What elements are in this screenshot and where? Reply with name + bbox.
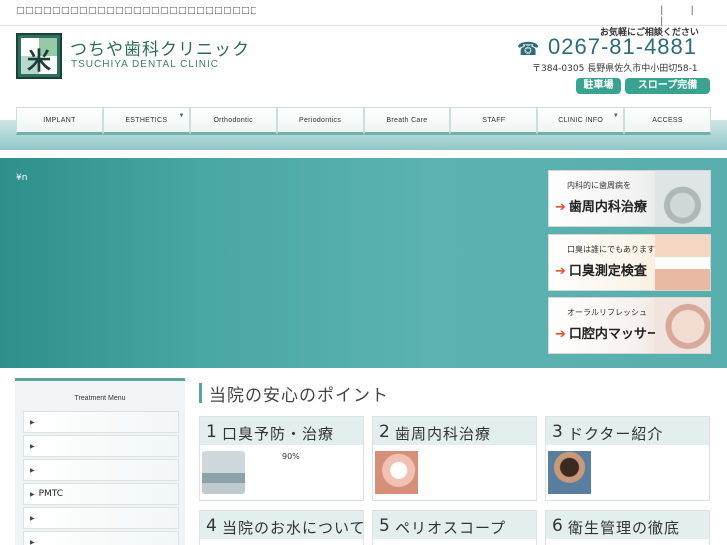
bullet-arrow-icon: ▶ (30, 515, 35, 522)
banner-subtitle: 内科的に歯周病を (567, 181, 631, 190)
clinic-name-jp[interactable]: つちや歯科クリニック (70, 35, 250, 60)
dropdown-arrow-icon: ▼ (178, 113, 185, 119)
bullet-arrow-icon: ▶ (30, 491, 35, 498)
arrow-right-icon: ➔ (555, 264, 566, 279)
nav-label: ESTHETICS (125, 117, 168, 124)
top-links[interactable]: | | | (660, 5, 727, 27)
points-section-title-text: 当院の安心のポイント (209, 386, 389, 406)
nav-label: Breath Care (386, 117, 428, 124)
treatment-menu-sidebar: Treatment Menu ▶ ▶ ▶ ▶ PMTC ▶ ▶ (15, 378, 185, 545)
arrow-right-icon: ➔ (555, 200, 566, 215)
point-card-perioscope[interactable]: 5 ペリオスコープ (372, 510, 537, 545)
microscope-image (655, 171, 710, 226)
nav-label: IMPLANT (43, 117, 76, 124)
nav-esthetics[interactable]: ESTHETICS ▼ (102, 107, 190, 135)
point-title: 当院のお水について (222, 519, 366, 537)
nav-access[interactable]: ACCESS (624, 107, 711, 135)
point-card-doctor[interactable]: 3 ドクター紹介 (545, 416, 710, 501)
nav-staff[interactable]: STAFF (450, 107, 538, 135)
bullet-arrow-icon: ▶ (30, 539, 35, 545)
bullet-arrow-icon: ▶ (30, 443, 35, 450)
logo-mark: 米 (27, 47, 51, 75)
point-percentage: 90% (282, 452, 300, 461)
doctor-photo (548, 451, 591, 494)
point-number: 5 (379, 516, 390, 536)
treatment-menu-heading: Treatment Menu (74, 395, 126, 402)
nav-label: Periodontics (299, 117, 342, 124)
points-section-title: 当院の安心のポイント (200, 381, 389, 406)
nav-implant[interactable]: IMPLANT (16, 107, 103, 135)
point-title: 衛生管理の徹底 (568, 519, 681, 537)
banner-periodontal-medicine[interactable]: 内科的に歯周病を ➔ 歯周内科治療 (548, 170, 711, 227)
clinic-name-en: TSUCHIYA DENTAL CLINIC (71, 59, 219, 70)
phone-icon: ☎ (517, 39, 540, 60)
nav-label: STAFF (482, 117, 506, 124)
banner-oral-massage[interactable]: オーラルリフレッシュ ➔ 口腔内マッサージ (548, 297, 711, 354)
massage-image (655, 298, 710, 353)
sidebar-item[interactable]: ▶ (23, 531, 179, 545)
sidebar-item[interactable]: ▶ (23, 411, 179, 433)
hero-text: ¥n (16, 173, 28, 183)
breath-checker-image (202, 451, 245, 494)
nav-label: ACCESS (652, 117, 683, 124)
point-title: 歯周内科治療 (395, 425, 492, 443)
banner-breath-test[interactable]: 口臭は誰にでもあります ➔ 口臭測定検査 (548, 234, 711, 291)
point-card-periodontal[interactable]: 2 歯周内科治療 (372, 416, 537, 501)
banner-title: ➔ 口臭測定検査 (555, 260, 647, 279)
sidebar-item[interactable]: ▶ (23, 459, 179, 481)
nav-breath-care[interactable]: Breath Care (363, 107, 451, 135)
nav-label: CLINIC INFO (558, 117, 604, 124)
global-nav: IMPLANT ESTHETICS ▼ Orthodontic Periodont… (16, 107, 711, 135)
parking-badge: 駐車場 (576, 78, 621, 94)
banner-title: ➔ 歯周内科治療 (555, 196, 647, 215)
arrow-right-icon: ➔ (555, 327, 566, 342)
smile-image (655, 235, 710, 290)
slope-badge: スロープ完備 (625, 78, 710, 94)
point-card-water[interactable]: 4 当院のお水について (199, 510, 366, 545)
bullet-arrow-icon: ▶ (30, 467, 35, 474)
nav-label: Orthodontic (213, 117, 253, 124)
nav-clinic-info[interactable]: CLINIC INFO ▼ (537, 107, 625, 135)
sidebar-item[interactable]: ▶ (23, 435, 179, 457)
banner-subtitle: 口臭は誰にでもあります (567, 245, 655, 254)
banner-subtitle: オーラルリフレッシュ (567, 308, 647, 317)
nav-periodontics[interactable]: Periodontics (276, 107, 364, 135)
phone-number[interactable]: 0267-81-4881 (548, 34, 697, 60)
banner-title-text: 歯周内科治療 (568, 200, 647, 215)
mouth-image (375, 451, 418, 494)
point-card-breath[interactable]: 1 口臭予防・治療 90% (199, 416, 364, 501)
point-number: 4 (206, 516, 217, 536)
dropdown-arrow-icon: ▼ (612, 113, 620, 119)
point-title: ペリオスコープ (395, 519, 507, 537)
clinic-logo-icon[interactable]: 米 (16, 33, 62, 79)
point-title: ドクター紹介 (568, 425, 664, 443)
sidebar-item-label: PMTC (38, 489, 64, 499)
top-bar: □□□□□□□□□□□□□□□□□□□□□□□□□□□□□□□□ □□□□□□□… (0, 0, 727, 27)
top-tagline: □□□□□□□□□□□□□□□□□□□□□□□□□□□□□□□□ □□□□□□□… (16, 6, 256, 16)
clinic-address: 〒384-0305 長野県佐久市中小田切58-1 (532, 64, 698, 74)
sidebar-item[interactable]: ▶ (23, 507, 179, 529)
bullet-arrow-icon: ▶ (30, 419, 35, 426)
point-title: 口臭予防・治療 (222, 425, 335, 443)
point-number: 3 (552, 422, 563, 442)
point-number: 6 (552, 516, 563, 536)
banner-title-text: 口臭測定検査 (568, 264, 647, 279)
point-number: 1 (206, 422, 217, 442)
point-card-hygiene[interactable]: 6 衛生管理の徹底 (545, 510, 710, 545)
nav-orthodontic[interactable]: Orthodontic (189, 107, 277, 135)
point-number: 2 (379, 422, 390, 442)
sidebar-item-pmtc[interactable]: ▶ PMTC (23, 483, 179, 505)
